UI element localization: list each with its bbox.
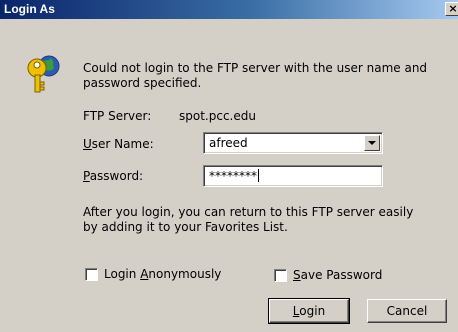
error-message-line1: Could not login to the FTP server with t… [83,61,428,75]
window-title: Login As [4,2,55,16]
save-password-checkbox[interactable] [274,269,287,282]
ftp-server-value: spot.pcc.edu [179,109,256,123]
login-anonymously-label[interactable]: Login Anonymously [104,267,221,281]
username-label: User Name: [83,137,154,151]
close-icon: × [448,2,458,15]
text-caret [258,169,259,182]
password-field[interactable]: ******** [203,165,383,187]
error-message-line2: password specified. [83,76,202,90]
username-combobox[interactable]: afreed [203,132,383,154]
info-text-line1: After you login, you can return to this … [83,205,414,219]
password-value: ******** [209,169,257,183]
username-value: afreed [209,136,248,150]
chevron-down-icon [368,141,376,145]
title-bar[interactable]: Login As × [0,0,458,19]
ftp-server-label: FTP Server: [83,109,152,123]
password-label: Password: [83,169,144,183]
cancel-button[interactable]: Cancel [367,299,447,323]
login-button[interactable]: Login [268,298,350,324]
login-dialog: Login As × Could not login to the FTP se… [0,0,458,332]
username-dropdown-button[interactable] [364,135,380,151]
info-text-line2: by adding it to your Favorites List. [83,220,288,234]
login-anonymously-checkbox[interactable] [85,268,98,281]
close-button[interactable]: × [445,2,458,16]
save-password-label[interactable]: Save Password [293,268,382,282]
key-icon [27,55,60,93]
